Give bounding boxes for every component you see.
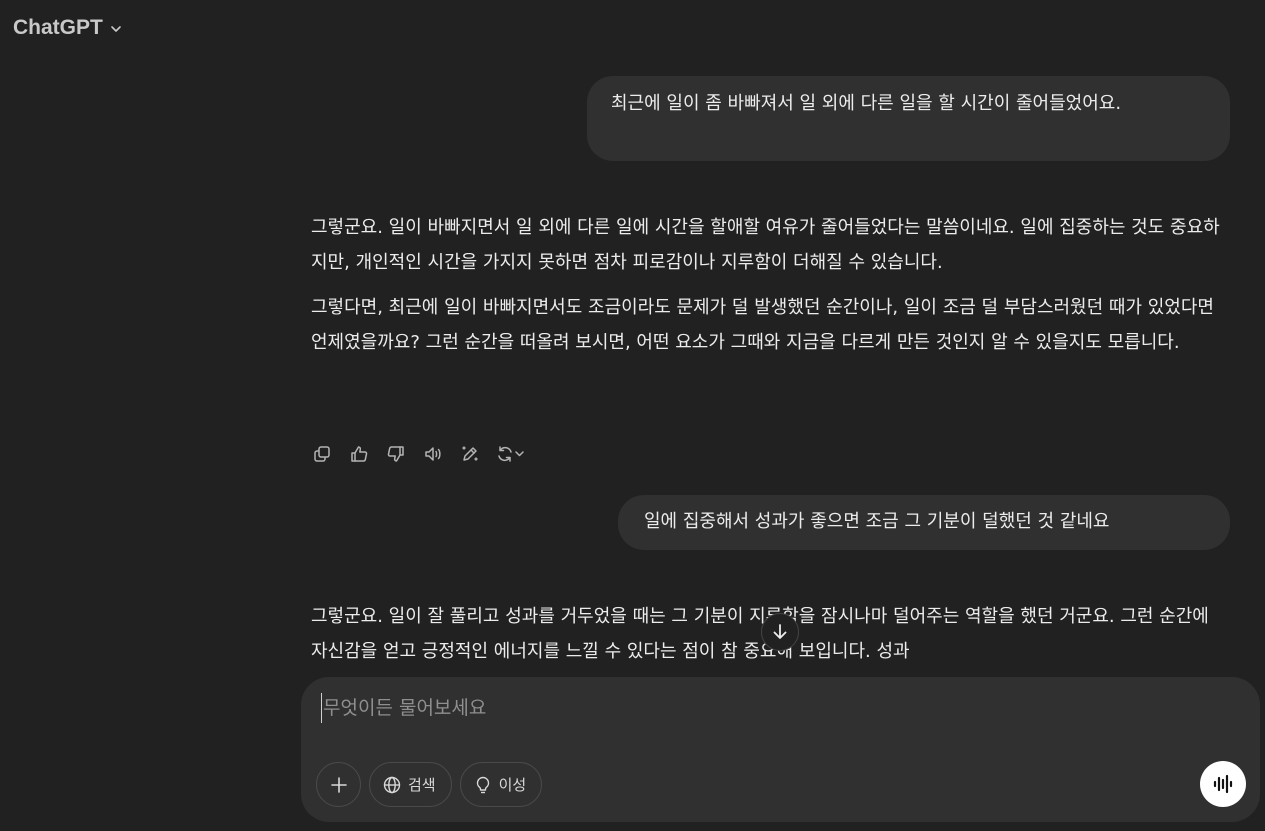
reason-label: 이성 xyxy=(498,776,527,794)
conversation-thread: 최근에 일이 좀 바빠져서 일 외에 다른 일을 할 시간이 줄어들었어요. 그… xyxy=(0,60,1265,676)
bad-response-button[interactable] xyxy=(385,443,407,465)
reason-button[interactable]: 이성 xyxy=(459,762,543,807)
chevron-down-icon xyxy=(111,26,121,32)
search-button[interactable]: 검색 xyxy=(369,762,452,807)
regenerate-icon xyxy=(498,446,524,462)
assistant-message: 그렇군요. 일이 바빠지면서 일 외에 다른 일에 시간을 할애할 여유가 줄어… xyxy=(311,210,1231,360)
copy-icon xyxy=(314,446,330,462)
plus-icon xyxy=(330,776,347,793)
attach-button[interactable] xyxy=(316,762,361,807)
copy-button[interactable] xyxy=(311,443,333,465)
prompt-input[interactable]: 무엇이든 물어보세요 xyxy=(321,693,1201,723)
globe-icon xyxy=(383,776,401,793)
edit-in-canvas-button[interactable] xyxy=(459,443,481,465)
thumbs-up-icon xyxy=(351,446,368,462)
regenerate-button[interactable] xyxy=(496,443,526,465)
chat-app: ChatGPT 최근에 일이 좀 바빠져서 일 외에 다른 일을 할 시간이 줄… xyxy=(0,0,1265,831)
composer-tools: 검색 이성 xyxy=(316,762,543,807)
user-message: 일에 집중해서 성과가 좋으면 조금 그 기분이 덜했던 것 같네요 xyxy=(618,495,1230,550)
assistant-paragraph: 그렇군요. 일이 바빠지면서 일 외에 다른 일에 시간을 할애할 여유가 줄어… xyxy=(311,217,1220,273)
model-name: ChatGPT xyxy=(13,16,103,39)
user-message: 최근에 일이 좀 바빠져서 일 외에 다른 일을 할 시간이 줄어들었어요. xyxy=(587,76,1230,161)
voice-mode-button[interactable] xyxy=(1200,761,1246,807)
read-aloud-button[interactable] xyxy=(422,443,444,465)
good-response-button[interactable] xyxy=(348,443,370,465)
thumbs-down-icon xyxy=(387,446,404,462)
user-message-text: 최근에 일이 좀 바빠져서 일 외에 다른 일을 할 시간이 줄어들었어요. xyxy=(611,93,1122,114)
model-picker[interactable]: ChatGPT xyxy=(13,16,123,40)
scroll-to-bottom-button[interactable] xyxy=(761,613,799,651)
lightbulb-icon xyxy=(476,776,489,793)
voice-waveform-icon xyxy=(1213,774,1233,794)
user-message-text: 일에 집중해서 성과가 좋으면 조금 그 기분이 덜했던 것 같네요 xyxy=(644,511,1110,532)
edit-icon xyxy=(462,446,478,461)
read-aloud-icon xyxy=(425,447,441,461)
search-label: 검색 xyxy=(408,776,436,794)
composer: 무엇이든 물어보세요 검색 이성 xyxy=(301,677,1260,822)
assistant-paragraph: 그렇다면, 최근에 일이 바빠지면서도 조금이라도 문제가 덜 발생했던 순간이… xyxy=(311,297,1214,353)
arrow-down-icon xyxy=(773,624,787,639)
message-actions xyxy=(311,443,526,465)
